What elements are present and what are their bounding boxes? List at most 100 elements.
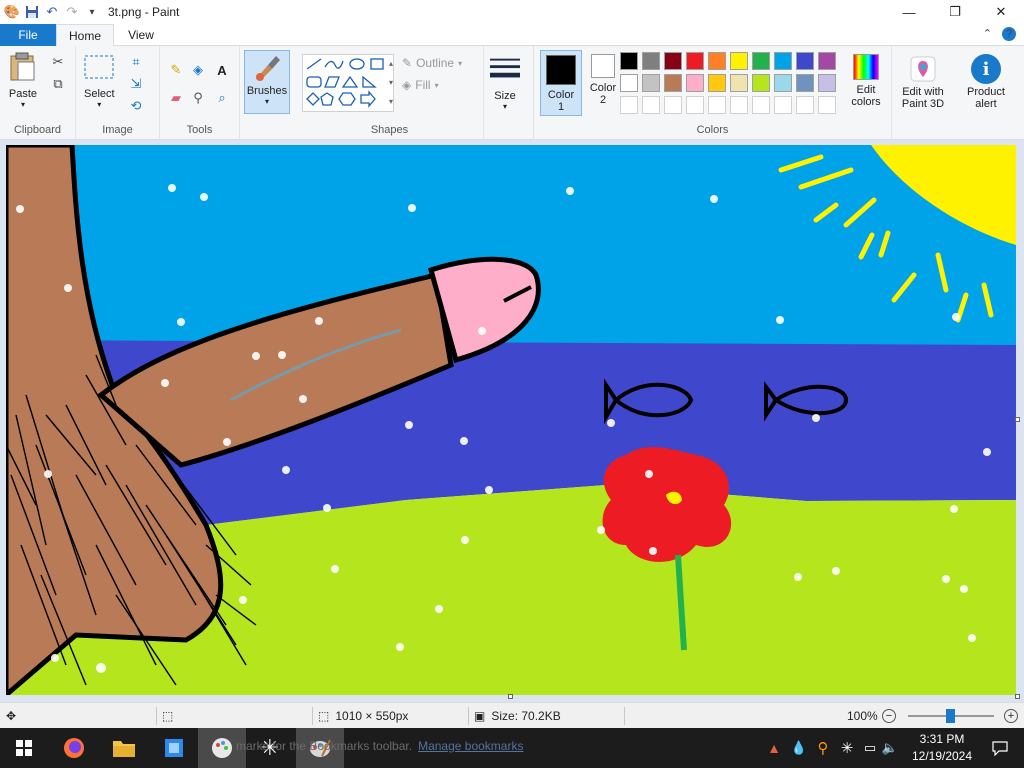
size-button[interactable]: Size ▾ <box>490 54 520 111</box>
shapes-gallery[interactable] <box>302 54 394 112</box>
shapes-scroll[interactable]: ▴ ▾ ▾ <box>386 54 396 112</box>
resize-icon[interactable]: ⇲ <box>128 76 144 92</box>
color-swatch[interactable] <box>796 52 814 70</box>
close-button[interactable]: ✕ <box>978 0 1024 24</box>
outline-dropdown[interactable]: ✎ Outline ▾ <box>402 56 462 70</box>
edit-colors-button[interactable]: Edit colors <box>846 54 886 108</box>
help-icon[interactable]: ? <box>1002 27 1016 41</box>
image-group: Select ▾ ⌗ ⇲ ⟲ Image <box>76 46 160 140</box>
color-swatch[interactable] <box>642 52 660 70</box>
snowflake-icon: ✳ <box>840 740 854 757</box>
minimize-button[interactable]: — <box>886 0 932 24</box>
color-swatch[interactable] <box>620 96 638 114</box>
zoom-out-button[interactable]: − <box>882 703 896 729</box>
color-swatch[interactable] <box>818 74 836 92</box>
fill-bucket-icon[interactable]: ◈ <box>190 62 206 78</box>
redo-icon[interactable]: ↷ <box>64 4 80 20</box>
select-button[interactable]: Select ▾ <box>84 52 115 109</box>
canvas-resize-handle-right[interactable] <box>1015 417 1020 422</box>
color-swatch[interactable] <box>774 52 792 70</box>
crop-icon[interactable]: ⌗ <box>128 54 144 70</box>
taskbar-clock[interactable]: 3:31 PM 12/19/2024 <box>900 731 984 765</box>
color-swatch[interactable] <box>708 96 726 114</box>
copy-icon[interactable]: ⧉ <box>50 76 66 92</box>
color-swatch[interactable] <box>620 52 638 70</box>
color-swatch[interactable] <box>686 52 704 70</box>
save-icon[interactable] <box>24 4 40 20</box>
tray-app-1[interactable]: ▲ <box>762 728 786 768</box>
color-swatch[interactable] <box>664 74 682 92</box>
tab-view[interactable]: View <box>116 24 166 46</box>
color-swatch[interactable] <box>774 96 792 114</box>
undo-icon[interactable]: ↶ <box>44 4 60 20</box>
text-icon[interactable]: A <box>214 62 230 78</box>
color2-button[interactable]: Color 2 <box>586 54 620 106</box>
color-swatch[interactable] <box>818 52 836 70</box>
start-button[interactable] <box>0 728 48 768</box>
color-swatch[interactable] <box>796 74 814 92</box>
brushes-button[interactable]: Brushes ▾ <box>244 50 290 114</box>
fill-dropdown[interactable]: ◈ Fill ▾ <box>402 78 439 92</box>
color-swatch[interactable] <box>686 96 704 114</box>
tray-search[interactable]: ⚲ <box>812 728 834 768</box>
color-swatch[interactable] <box>664 96 682 114</box>
collapse-ribbon-icon[interactable]: ⌃ <box>983 27 992 41</box>
color-swatch[interactable] <box>620 74 638 92</box>
paste-button[interactable]: Paste ▾ <box>8 52 38 109</box>
color-swatch[interactable] <box>796 96 814 114</box>
color-swatch[interactable] <box>752 52 770 70</box>
color-swatch[interactable] <box>730 74 748 92</box>
tray-network[interactable]: ▭ <box>860 728 880 768</box>
color-swatch[interactable] <box>642 74 660 92</box>
cut-icon[interactable]: ✂ <box>50 54 66 70</box>
canvas-resize-handle-bottom[interactable] <box>508 694 513 699</box>
color-swatch[interactable] <box>686 74 704 92</box>
pencil-icon[interactable]: ✎ <box>168 62 184 78</box>
color-swatch[interactable] <box>730 52 748 70</box>
color-swatch[interactable] <box>642 96 660 114</box>
edit-colors-label: Edit colors <box>851 84 881 108</box>
color-swatch[interactable] <box>708 52 726 70</box>
palette-icon <box>212 738 232 758</box>
outline-label: Outline <box>416 56 455 70</box>
zoom-in-button[interactable]: + <box>1004 703 1018 729</box>
color2-swatch <box>591 54 615 78</box>
network-icon: ▭ <box>863 740 877 755</box>
manage-bookmarks-link[interactable]: Manage bookmarks <box>418 739 523 753</box>
zoom-in-icon: + <box>1004 709 1018 723</box>
tray-snowflake[interactable]: ✳ <box>836 728 858 768</box>
color-swatch[interactable] <box>818 96 836 114</box>
color1-button[interactable]: Color 1 <box>540 50 582 116</box>
color-swatch[interactable] <box>708 74 726 92</box>
painting <box>6 145 1016 695</box>
color-swatch[interactable] <box>664 52 682 70</box>
color-swatch[interactable] <box>774 74 792 92</box>
magnifier-icon[interactable]: ⌕ <box>214 90 230 106</box>
drawing-canvas[interactable] <box>6 145 1016 695</box>
zoom-slider-thumb[interactable] <box>946 709 955 723</box>
edit-with-paint3d-button[interactable]: Edit with Paint 3D <box>896 54 950 110</box>
taskbar-app-blue[interactable] <box>150 728 198 768</box>
notification-center[interactable] <box>976 728 1024 768</box>
eraser-icon[interactable]: ▰ <box>168 90 184 106</box>
product-alert-button[interactable]: i Product alert <box>956 54 1016 110</box>
cursor-position: ✥ <box>6 703 16 729</box>
customize-qat-icon[interactable]: ▾ <box>84 4 100 20</box>
taskbar-file-explorer[interactable] <box>100 728 148 768</box>
canvas-resize-handle-corner[interactable] <box>1015 694 1020 699</box>
taskbar-firefox[interactable] <box>50 728 98 768</box>
zoom-text: 100% <box>847 709 878 723</box>
tab-file[interactable]: File <box>0 24 56 46</box>
tray-volume[interactable]: 🔈 <box>880 728 900 768</box>
tab-home[interactable]: Home <box>56 24 114 47</box>
paint3d-label: Edit with Paint 3D <box>901 86 945 110</box>
rotate-icon[interactable]: ⟲ <box>128 98 144 114</box>
color-swatch[interactable] <box>752 74 770 92</box>
color-picker-icon[interactable]: ⚲ <box>190 90 206 106</box>
maximize-button[interactable]: ❐ <box>932 0 978 24</box>
select-label: Select <box>84 88 115 100</box>
color-swatch[interactable] <box>730 96 748 114</box>
color-swatch[interactable] <box>752 96 770 114</box>
tray-droplet[interactable]: 💧 <box>788 728 810 768</box>
taskbar-ghost-text: marks for the Bookmarks toolbar. Manage b… <box>236 739 523 753</box>
